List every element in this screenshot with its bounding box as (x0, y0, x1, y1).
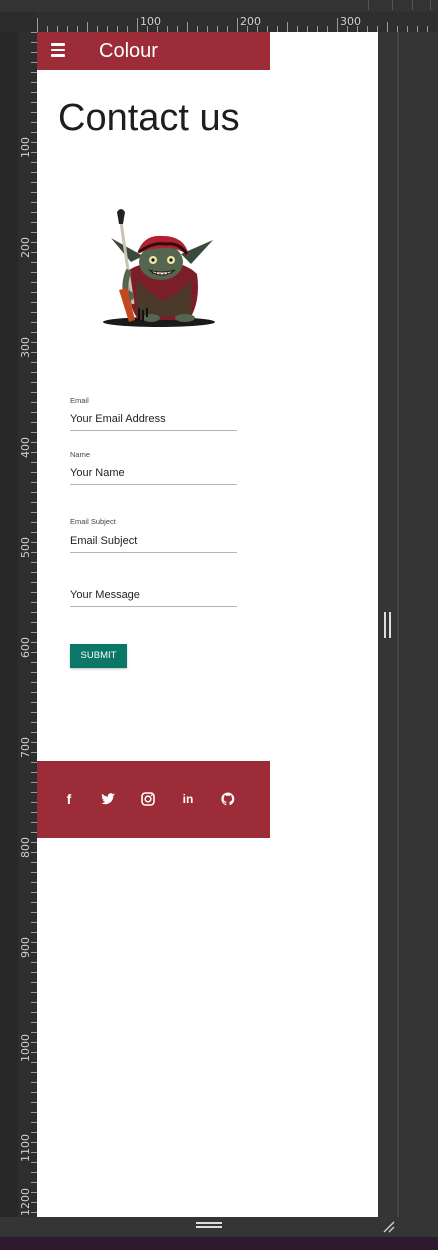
page-title: Contact us (58, 97, 240, 139)
instagram-icon[interactable] (140, 791, 156, 807)
github-icon[interactable] (220, 791, 236, 807)
left-gutter (0, 32, 18, 1217)
email-label: Email (70, 396, 89, 405)
ruler-label: 1000 (19, 1034, 32, 1062)
subject-input[interactable] (70, 530, 237, 553)
facebook-icon[interactable]: f (61, 791, 77, 807)
resize-corner-icon[interactable] (380, 1218, 396, 1234)
submit-button[interactable]: SUBMIT (70, 644, 127, 668)
ruler-label: 1100 (19, 1134, 32, 1162)
subject-label: Email Subject (70, 517, 116, 526)
top-toolbar-strip (0, 0, 438, 12)
resize-handle-vertical[interactable] (384, 612, 392, 638)
name-label: Name (70, 450, 91, 459)
brand-title[interactable]: Colour (99, 40, 158, 62)
twitter-icon[interactable] (100, 791, 116, 807)
ruler-label: 1200 (19, 1188, 32, 1216)
ruler-label: 500 (19, 537, 32, 558)
ruler-label: 900 (19, 937, 32, 958)
ruler-label: 700 (19, 737, 32, 758)
ruler-label: 600 (19, 637, 32, 658)
ruler-label: 800 (19, 837, 32, 858)
ruler-label: 100 (140, 15, 161, 28)
ruler-label: 300 (19, 337, 32, 358)
ruler-label: 400 (19, 437, 32, 458)
name-input[interactable] (70, 462, 237, 485)
hamburger-icon[interactable] (51, 43, 65, 57)
device-canvas: Colour Contact us Email Your Email Addre… (37, 32, 378, 1217)
taskbar (0, 1237, 438, 1250)
resize-handle-horizontal[interactable] (196, 1222, 222, 1228)
site-header: Colour (37, 32, 270, 70)
horizontal-ruler[interactable]: 100 200 300 (37, 12, 438, 32)
message-input[interactable] (70, 584, 237, 607)
vertical-ruler[interactable]: 100 200 300 400 500 600 700 800 900 1000… (18, 32, 37, 1217)
ruler-label: 300 (340, 15, 361, 28)
goblin-mascot-image (103, 209, 215, 327)
site-footer: f in (37, 761, 270, 838)
linkedin-icon[interactable]: in (180, 791, 196, 807)
email-input[interactable] (70, 408, 237, 431)
panel-splitter[interactable] (397, 32, 399, 1217)
ruler-label: 200 (240, 15, 261, 28)
ruler-label: 200 (19, 237, 32, 258)
ruler-label: 100 (19, 137, 32, 158)
